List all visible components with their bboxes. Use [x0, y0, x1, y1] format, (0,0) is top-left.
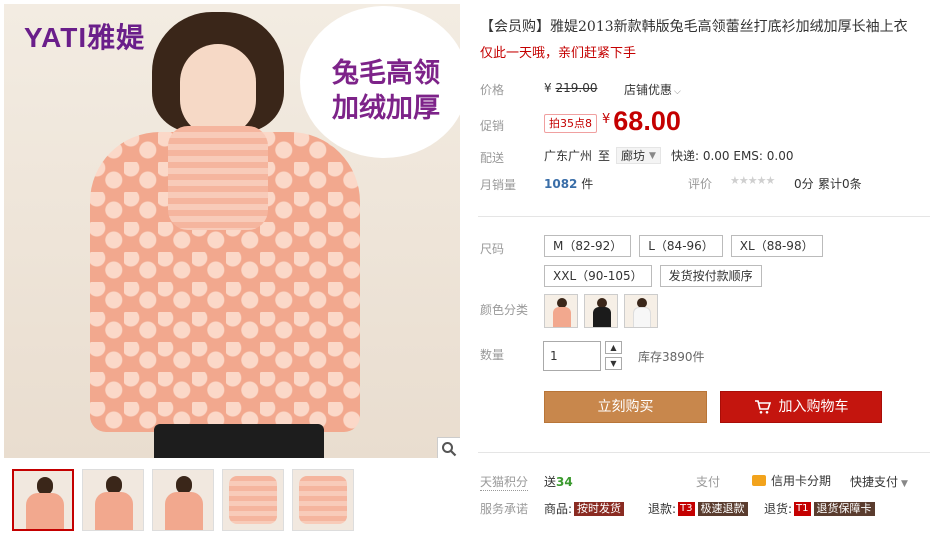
color-swatch-white[interactable] [624, 294, 658, 328]
color-swatch-black[interactable] [584, 294, 618, 328]
add-to-cart-button[interactable]: 加入购物车 [720, 391, 882, 423]
thumbnail-2[interactable] [82, 469, 144, 531]
quantity-input[interactable] [543, 341, 601, 371]
main-product-image[interactable]: YATI雅媞 兔毛高领 加绒加厚 [4, 4, 460, 458]
cart-icon [754, 400, 771, 414]
quick-pay-dropdown[interactable]: 快捷支付 ▼ [850, 473, 908, 490]
shipping-info: 广东广州 至 廊坊 ▼ 快递: 0.00 EMS: 0.00 [544, 147, 794, 164]
brand-logo: YATI雅媞 [24, 22, 146, 53]
points-label[interactable]: 天猫积分 [480, 473, 529, 491]
quantity-down-button[interactable]: ▼ [605, 357, 622, 370]
discount-badge: 拍35点8 [544, 114, 597, 133]
ship-to-word: 至 [598, 149, 611, 163]
buy-now-button[interactable]: 立刻购买 [544, 391, 707, 423]
thumbnail-3[interactable] [152, 469, 214, 531]
fast-refund-tag[interactable]: 极速退款 [697, 501, 748, 516]
destination-select[interactable]: 廊坊 ▼ [616, 147, 661, 164]
original-price: ¥ 219.00 [544, 81, 598, 95]
rating-label: 评价 [688, 177, 713, 191]
ruffle-collar [168, 126, 268, 230]
shipping-label: 配送 [480, 151, 505, 165]
model-face [180, 44, 256, 136]
rating-stars: ★★★★★ [730, 174, 775, 187]
service-return: 退货: T1 退货保障卡 [764, 500, 875, 517]
color-swatch-pink[interactable] [544, 294, 578, 328]
rating-score: 0分 [794, 177, 814, 191]
add-to-cart-label: 加入购物车 [778, 399, 849, 415]
credit-card-installment[interactable]: 信用卡分期 [752, 472, 831, 489]
promo-price: ¥68.00 [602, 106, 681, 136]
product-subtitle: 仅此一天哦，亲们赶紧下手 [480, 46, 637, 61]
shop-promo-dropdown[interactable]: 店铺优惠 ⌵ [624, 81, 681, 98]
payment-label: 支付 [696, 475, 721, 489]
size-option-xl[interactable]: XL（88-98） [730, 235, 823, 257]
quantity-up-button[interactable]: ▲ [605, 341, 622, 354]
service-goods: 商品: 按时发货 [544, 500, 625, 517]
size-options: M（82-92） L（84-96） XL（88-98） XXL（90-105） … [544, 235, 924, 287]
stock-count: 库存3890件 [638, 350, 705, 364]
review-count-link[interactable]: 累计0条 [818, 175, 862, 192]
size-label: 尺码 [480, 242, 505, 256]
service-refund: 退款: T3 极速退款 [648, 500, 748, 517]
divider [478, 216, 930, 217]
credit-card-icon [752, 475, 766, 486]
return-guarantee-tag[interactable]: 退货保障卡 [813, 501, 875, 516]
thumbnail-5[interactable] [292, 469, 354, 531]
size-option-m[interactable]: M（82-92） [544, 235, 632, 257]
promo-label: 促销 [480, 119, 505, 133]
shipping-fees: 快递: 0.00 EMS: 0.00 [670, 149, 794, 163]
chevron-down-icon: ▼ [649, 150, 656, 161]
black-pants [154, 424, 324, 458]
color-label: 颜色分类 [480, 303, 529, 317]
chevron-down-icon: ▼ [901, 479, 908, 489]
monthly-sales: 1082 件 [544, 177, 594, 191]
thumbnail-1[interactable] [12, 469, 74, 531]
product-title: 【会员购】雅媞2013新款韩版兔毛高领蕾丝打底衫加绒加厚长袖上衣 [480, 19, 908, 35]
thumbnail-4[interactable] [222, 469, 284, 531]
ship-from: 广东广州 [544, 149, 593, 163]
size-option-xxl[interactable]: XXL（90-105） [544, 265, 652, 287]
points-value: 送34 [544, 475, 573, 489]
size-option-l[interactable]: L（84-96） [639, 235, 723, 257]
sales-label: 月销量 [480, 178, 517, 192]
product-info-panel: 【会员购】雅媞2013新款韩版兔毛高领蕾丝打底衫加绒加厚长袖上衣 仅此一天哦，亲… [478, 0, 930, 534]
on-time-ship-tag[interactable]: 按时发货 [574, 501, 625, 516]
promo-bubble-text: 兔毛高领 加绒加厚 [332, 58, 440, 124]
size-option-shipping-order[interactable]: 发货按付款顺序 [659, 265, 762, 287]
quantity-label: 数量 [480, 348, 505, 362]
price-label: 价格 [480, 83, 505, 97]
service-label: 服务承诺 [480, 502, 529, 516]
color-swatches [544, 294, 658, 328]
divider [478, 452, 930, 453]
thumbnail-strip [12, 469, 354, 531]
zoom-icon[interactable] [437, 437, 460, 458]
